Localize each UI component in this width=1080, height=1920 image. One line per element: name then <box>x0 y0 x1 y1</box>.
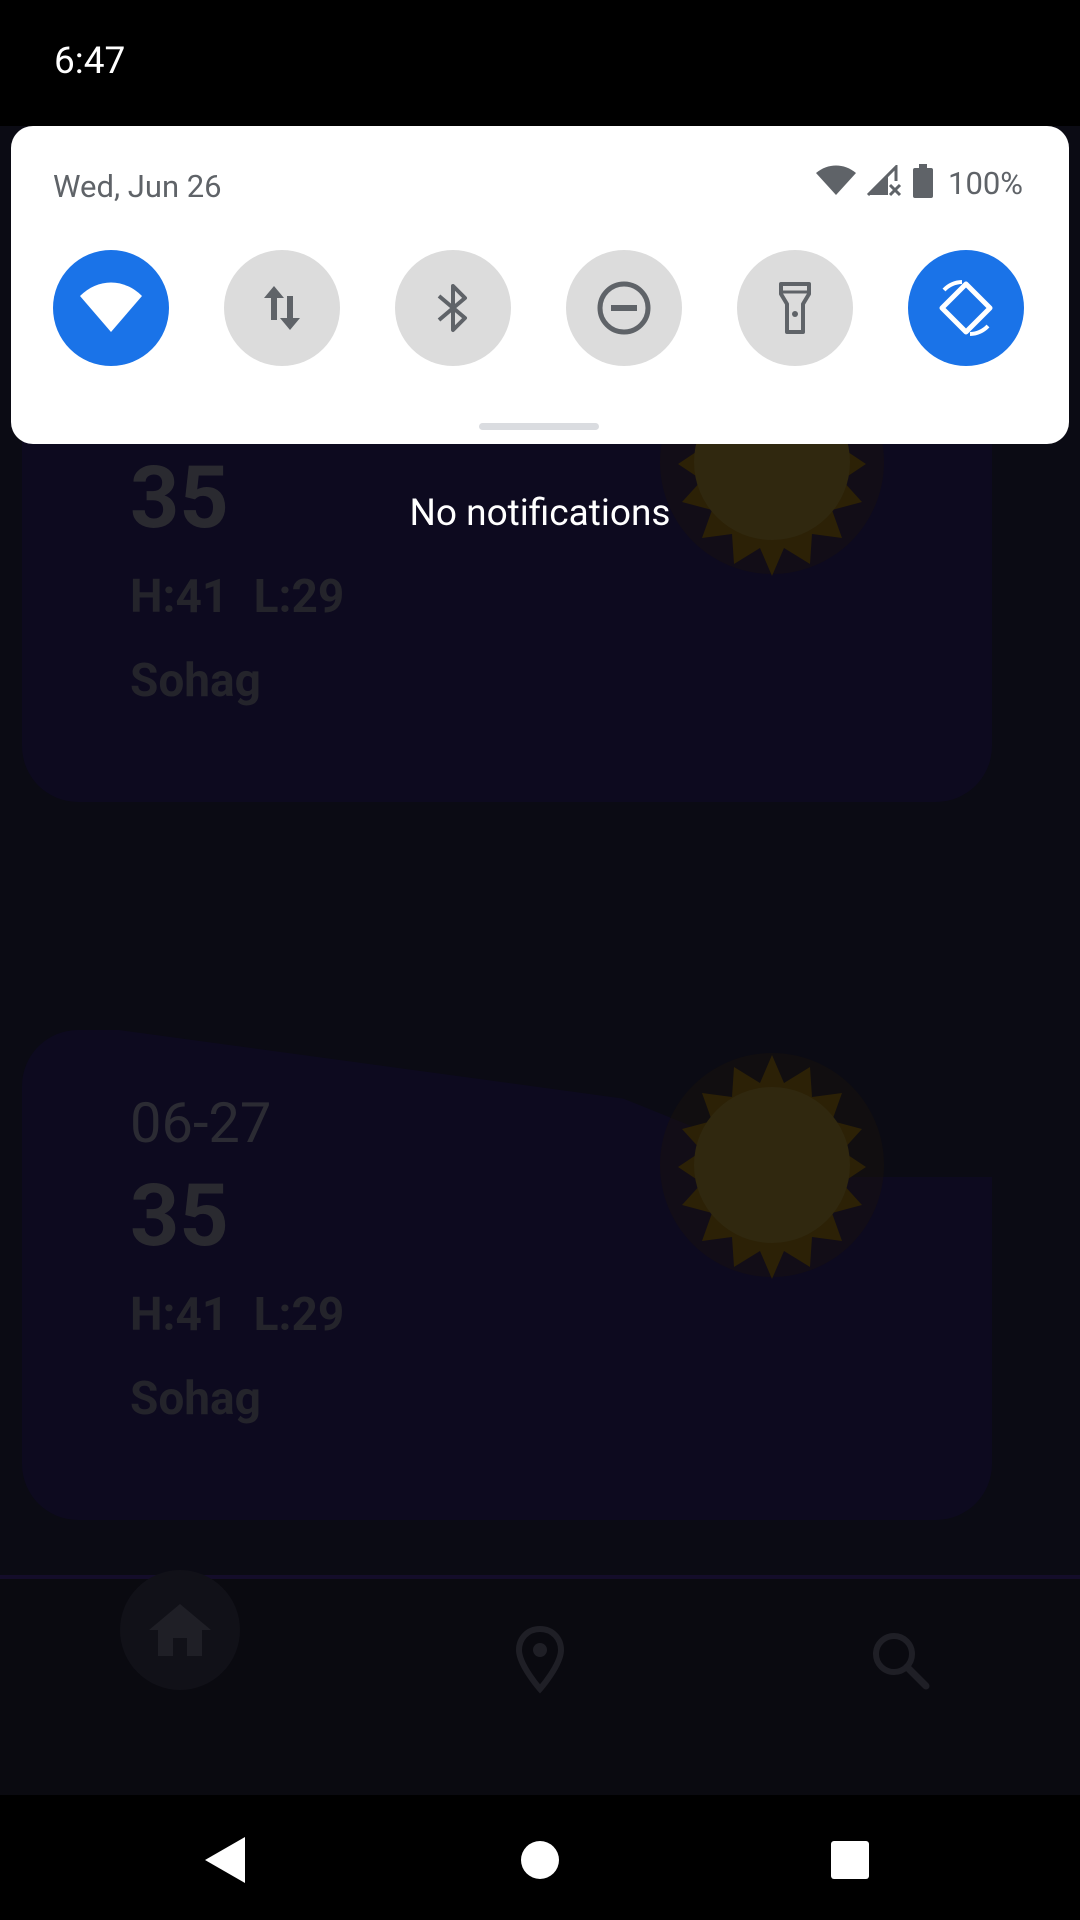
card-temperature: 35 <box>130 1165 229 1266</box>
home-icon[interactable] <box>120 1570 240 1690</box>
wifi-signal-icon <box>816 165 857 201</box>
recents-icon[interactable] <box>815 1825 885 1895</box>
back-icon[interactable] <box>190 1825 260 1895</box>
flashlight-icon <box>779 282 811 334</box>
status-clock: 6:47 <box>54 40 126 83</box>
home-circle-icon[interactable] <box>505 1825 575 1895</box>
card-city: Sohag <box>130 1372 261 1426</box>
rotate-icon <box>939 280 993 336</box>
do-not-disturb-tile[interactable] <box>566 250 682 366</box>
cell-signal-no-service-icon <box>866 163 902 201</box>
qs-date[interactable]: Wed, Jun 26 <box>53 168 222 205</box>
mobile-data-tile[interactable] <box>224 250 340 366</box>
battery-icon <box>912 164 934 202</box>
flashlight-tile[interactable] <box>737 250 853 366</box>
location-icon[interactable] <box>480 1600 600 1720</box>
card-high-low: H:41 L:29 <box>130 1288 345 1342</box>
panel-drag-handle[interactable] <box>479 423 599 430</box>
dnd-icon <box>597 281 651 335</box>
battery-percent: 100% <box>948 164 1023 202</box>
status-bar: 6:47 <box>0 0 1080 126</box>
sun-icon <box>652 1045 892 1285</box>
data-arrows-icon <box>264 286 300 330</box>
card-date: 06-27 <box>130 1090 272 1156</box>
qs-status-icons: 100% <box>816 163 1023 202</box>
bluetooth-tile[interactable] <box>395 250 511 366</box>
bluetooth-icon <box>437 284 467 332</box>
wifi-icon <box>80 282 142 332</box>
search-icon[interactable] <box>840 1600 960 1720</box>
quick-settings-panel: Wed, Jun 26 100% <box>11 126 1069 444</box>
system-navigation-bar <box>0 1795 1080 1920</box>
auto-rotate-tile[interactable] <box>908 250 1024 366</box>
wifi-tile[interactable] <box>53 250 169 366</box>
no-notifications-label: No notifications <box>409 492 671 535</box>
card-high-low: H:41 L:29 <box>130 570 345 624</box>
card-city: Sohag <box>130 654 261 708</box>
